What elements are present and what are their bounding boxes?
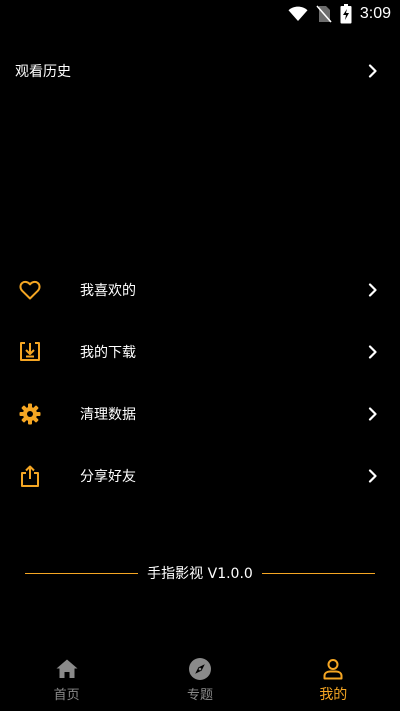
chevron-right-icon — [368, 345, 378, 359]
gear-icon — [18, 402, 42, 426]
status-icons: 3:09 — [288, 4, 391, 24]
share-icon — [18, 464, 42, 488]
chevron-right-icon — [368, 64, 378, 78]
user-icon — [321, 657, 345, 681]
menu-item-label: 我喜欢的 — [80, 283, 136, 299]
profile-screen: 3:09 观看历史 我喜欢的 我的下载 清理数据 分享好友 手指影视 V1.0.… — [0, 0, 400, 711]
wifi-icon — [288, 6, 308, 22]
divider-line — [25, 572, 139, 574]
chevron-right-icon — [368, 469, 378, 483]
nav-label: 首页 — [53, 688, 80, 703]
nav-label: 我的 — [319, 687, 348, 703]
version-text: 手指影视 V1.0.0 — [147, 566, 253, 582]
nav-tab-home[interactable]: 首页 — [0, 651, 133, 711]
nav-tab-mine[interactable]: 我的 — [267, 651, 400, 711]
menu-item-favorites[interactable]: 我喜欢的 — [0, 259, 400, 321]
nav-label: 专题 — [186, 688, 213, 703]
menu-item-share[interactable]: 分享好友 — [0, 445, 400, 507]
menu-item-clear-data[interactable]: 清理数据 — [0, 383, 400, 445]
compass-icon — [188, 657, 212, 681]
status-time: 3:09 — [359, 5, 391, 22]
menu-item-label: 我的下载 — [80, 345, 136, 361]
bottom-nav: 首页 专题 我的 — [0, 651, 400, 711]
menu-item-downloads[interactable]: 我的下载 — [0, 321, 400, 383]
chevron-right-icon — [368, 407, 378, 421]
menu-list: 我喜欢的 我的下载 清理数据 分享好友 — [0, 259, 400, 507]
heart-icon — [18, 278, 42, 302]
app-version: 手指影视 V1.0.0 — [25, 560, 375, 586]
watch-history-row[interactable]: 观看历史 — [0, 52, 400, 90]
menu-item-label: 分享好友 — [80, 469, 136, 485]
chevron-right-icon — [368, 283, 378, 297]
watch-history-label: 观看历史 — [15, 64, 71, 80]
status-bar: 3:09 — [0, 0, 400, 28]
home-icon — [55, 657, 79, 681]
no-sim-icon — [316, 5, 332, 23]
nav-tab-topics[interactable]: 专题 — [133, 651, 266, 711]
battery-charging-icon — [340, 4, 352, 24]
download-icon — [18, 340, 42, 364]
menu-item-label: 清理数据 — [80, 407, 136, 423]
divider-line — [261, 572, 375, 574]
